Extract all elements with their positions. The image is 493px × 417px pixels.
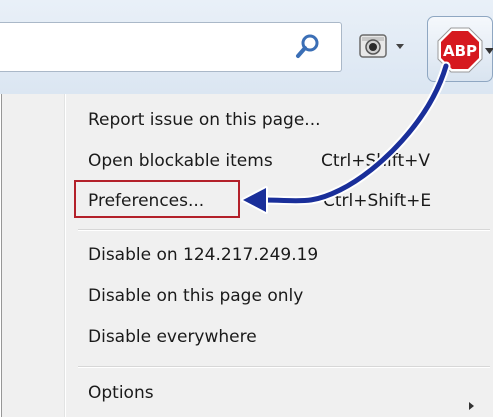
shortcut-open-blockable-items: Ctrl+Shift+V xyxy=(321,151,431,171)
adblock-plus-icon: ABP xyxy=(437,27,483,73)
adblock-plus-button[interactable]: ABP xyxy=(427,16,493,82)
adblock-context-menu: Report issue on this page... Open blocka… xyxy=(1,94,493,417)
camera-icon[interactable] xyxy=(356,30,390,62)
menu-item-open-blockable-items[interactable]: Open blockable items xyxy=(88,151,273,171)
menu-gutter-divider xyxy=(65,94,66,417)
browser-toolbar: ABP xyxy=(0,0,493,94)
abp-icon-text: ABP xyxy=(443,42,477,60)
chevron-down-icon[interactable] xyxy=(485,47,493,55)
shortcut-preferences: Ctrl+Shift+E xyxy=(323,191,432,211)
chevron-right-icon xyxy=(469,402,474,410)
menu-item-disable-on-page[interactable]: Disable on this page only xyxy=(88,286,303,306)
search-icon[interactable] xyxy=(294,32,322,60)
menu-item-report-issue[interactable]: Report issue on this page... xyxy=(88,110,321,130)
menu-item-options[interactable]: Options xyxy=(88,383,154,403)
menu-separator xyxy=(78,366,490,368)
menu-separator xyxy=(78,229,490,231)
menu-item-disable-everywhere[interactable]: Disable everywhere xyxy=(88,327,257,347)
preferences-highlight-box xyxy=(74,180,240,218)
menu-item-disable-on-ip[interactable]: Disable on 124.217.249.19 xyxy=(88,245,318,265)
address-bar[interactable] xyxy=(0,22,342,72)
chevron-down-icon[interactable] xyxy=(395,41,405,51)
